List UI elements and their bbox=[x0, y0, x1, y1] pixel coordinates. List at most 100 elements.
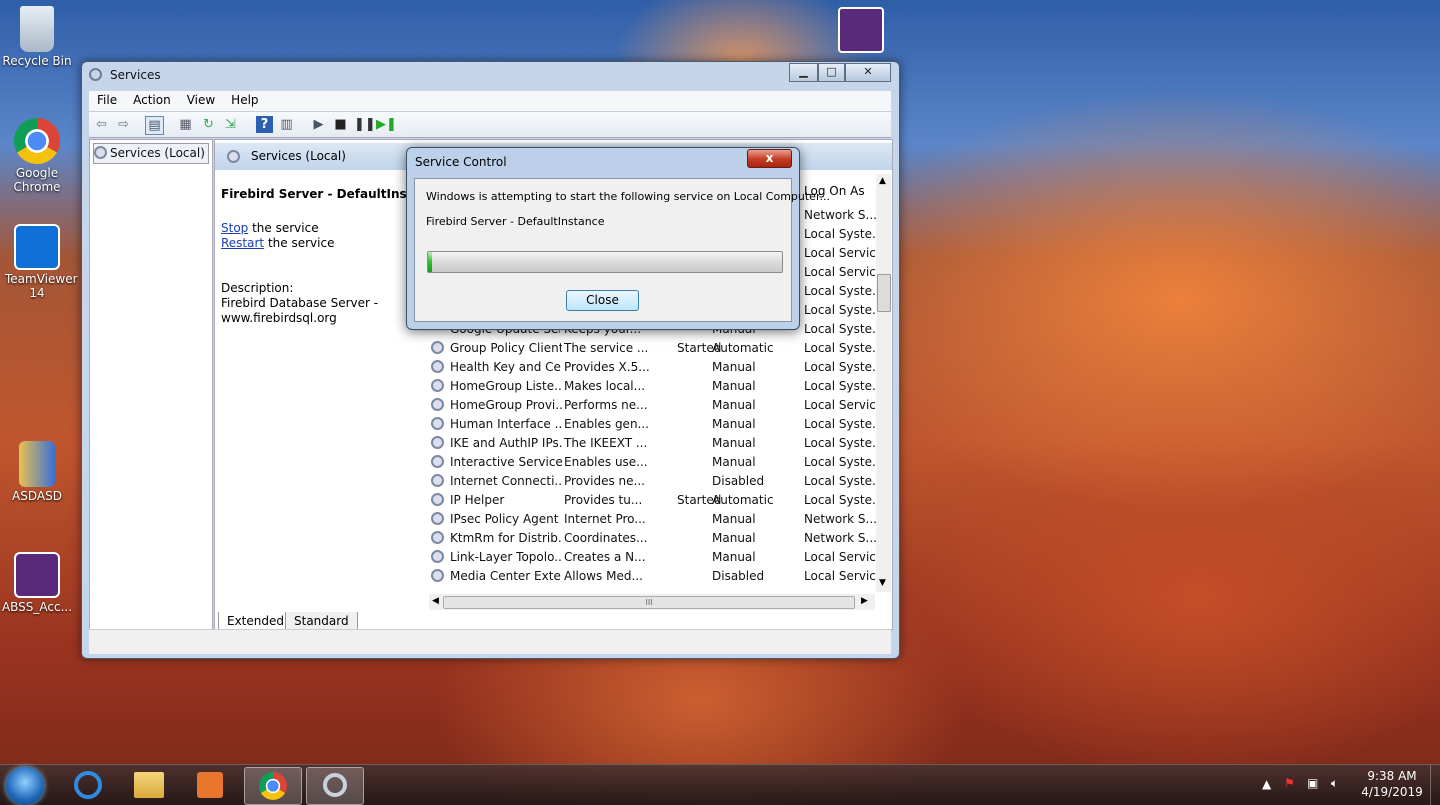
desktop-icon-google-chrome[interactable]: Google Chrome bbox=[1, 118, 73, 194]
start-service-icon[interactable]: ▶ bbox=[310, 116, 327, 133]
taskbar-file-explorer[interactable] bbox=[121, 767, 177, 803]
recycle-bin-icon bbox=[20, 6, 54, 52]
service-desc-cell: The IKEEXT ... bbox=[564, 436, 648, 450]
service-desc-cell: Provides ne... bbox=[564, 474, 645, 488]
abss-calculator-icon[interactable] bbox=[838, 7, 884, 53]
menu-bar: File Action View Help bbox=[89, 91, 891, 112]
h-scroll-thumb[interactable]: III bbox=[443, 596, 855, 609]
teamviewer-icon bbox=[14, 224, 60, 270]
service-logon-cell: Local Syste... bbox=[804, 474, 880, 488]
help-icon[interactable]: ? bbox=[256, 116, 273, 133]
properties-icon[interactable]: ▦ bbox=[177, 116, 194, 133]
desktop-icon-abss[interactable]: ABSS_Acc... bbox=[1, 552, 73, 614]
service-startup-cell: Manual bbox=[712, 512, 756, 526]
stop-link[interactable]: Stop bbox=[221, 221, 248, 235]
table-row-logon[interactable]: Local Service bbox=[804, 263, 883, 282]
stop-service-icon[interactable]: ■ bbox=[332, 116, 349, 133]
service-logon-cell: Local Syste... bbox=[804, 436, 880, 450]
taskbar-media-player[interactable] bbox=[182, 767, 238, 803]
service-gear-icon bbox=[431, 436, 444, 449]
taskbar-internet-explorer[interactable] bbox=[60, 767, 116, 803]
tab-label: Standard bbox=[294, 614, 349, 628]
service-name-cell: IPsec Policy Agent bbox=[450, 512, 559, 526]
export-list-icon[interactable]: ⇲ bbox=[222, 116, 239, 133]
service-gear-icon bbox=[431, 569, 444, 582]
service-logon-cell: Network S... bbox=[804, 531, 877, 545]
table-row-logon[interactable]: Local Syste... bbox=[804, 225, 883, 244]
show-hide-tree-icon[interactable]: ▤ bbox=[145, 116, 164, 135]
taskbar: ▲ ⚑ ▣ 🔈︎ 9:38 AM 4/19/2019 bbox=[0, 764, 1440, 805]
service-name-cell: HomeGroup Liste... bbox=[450, 379, 562, 393]
clock[interactable]: 9:38 AM 4/19/2019 bbox=[1360, 769, 1424, 799]
service-logon-cell: Local Service bbox=[804, 550, 880, 564]
pause-service-icon[interactable]: ❚❚ bbox=[354, 116, 376, 133]
service-name-cell: Link-Layer Topolo... bbox=[450, 550, 562, 564]
window-titlebar[interactable]: Services ▁ □ ✕ bbox=[82, 62, 899, 88]
tab-label: Extended bbox=[227, 614, 284, 628]
service-name-cell: Group Policy Client bbox=[450, 341, 562, 355]
menu-file[interactable]: File bbox=[89, 91, 125, 107]
menu-help[interactable]: Help bbox=[223, 91, 266, 107]
table-row-logon[interactable]: Local Syste... bbox=[804, 301, 883, 320]
service-logon-cell: Local Service bbox=[804, 569, 880, 583]
dialog-close-button[interactable]: Close bbox=[566, 290, 639, 311]
restart-suffix: the service bbox=[264, 236, 335, 250]
dialog-close-icon[interactable]: x bbox=[747, 149, 792, 168]
action-center-icon[interactable]: ⚑ bbox=[1284, 776, 1295, 790]
service-startup-cell: Manual bbox=[712, 360, 756, 374]
menu-action[interactable]: Action bbox=[125, 91, 179, 107]
vertical-scrollbar[interactable]: ▲ ▼ bbox=[876, 174, 891, 592]
back-arrow-icon[interactable]: ⇦ bbox=[93, 116, 110, 133]
dialog-body: Windows is attempting to start the follo… bbox=[414, 178, 830, 322]
network-icon[interactable]: ▣ bbox=[1307, 776, 1318, 790]
scroll-thumb[interactable] bbox=[877, 274, 891, 312]
service-name-cell: Interactive Service... bbox=[450, 455, 562, 469]
service-desc-cell: Creates a N... bbox=[564, 550, 646, 564]
taskbar-services[interactable] bbox=[306, 767, 364, 805]
dialog-service-name: Firebird Server - DefaultInstance bbox=[426, 215, 605, 228]
table-row-logon[interactable]: Local Syste... bbox=[804, 282, 883, 301]
console-icon[interactable]: ▥ bbox=[278, 116, 295, 133]
horizontal-scrollbar[interactable]: ◀ III ▶ bbox=[429, 594, 875, 610]
restart-link[interactable]: Restart bbox=[221, 236, 264, 250]
status-bar bbox=[89, 629, 891, 654]
menu-view[interactable]: View bbox=[179, 91, 223, 107]
desktop-icon-asdasd[interactable]: ASDASD bbox=[1, 441, 73, 503]
service-logon-cell: Local Service bbox=[804, 398, 880, 412]
toolbar: ⇦ ⇨ ▤ ▦ ↻ ⇲ ? ▥ ▶ ■ ❚❚ ▶❚ bbox=[89, 112, 891, 138]
table-row-logon[interactable]: Network S... bbox=[804, 206, 877, 225]
tree-item-services-local[interactable]: Services (Local) bbox=[93, 143, 209, 164]
minimize-button[interactable]: ▁ bbox=[789, 63, 818, 82]
service-desc-cell: Allows Med... bbox=[564, 569, 643, 583]
volume-icon[interactable]: 🔈︎ bbox=[1331, 776, 1338, 791]
start-button[interactable] bbox=[6, 767, 44, 805]
scroll-right-arrow[interactable]: ▶ bbox=[861, 596, 868, 606]
service-name-cell: IKE and AuthIP IPs... bbox=[450, 436, 562, 450]
service-name-cell: Media Center Exte... bbox=[450, 569, 562, 583]
service-startup-cell: Manual bbox=[712, 531, 756, 545]
show-desktop-button[interactable] bbox=[1430, 765, 1440, 805]
service-logon-cell: Local Syste... bbox=[804, 417, 880, 431]
service-desc-cell: Internet Pro... bbox=[564, 512, 646, 526]
scroll-left-arrow[interactable]: ◀ bbox=[432, 596, 439, 606]
refresh-icon[interactable]: ↻ bbox=[200, 116, 217, 133]
table-row-logon[interactable]: Local Service bbox=[804, 244, 883, 263]
maximize-button[interactable]: □ bbox=[818, 63, 845, 82]
service-startup-cell: Manual bbox=[712, 398, 756, 412]
scroll-down-arrow[interactable]: ▼ bbox=[879, 578, 886, 588]
abss-calculator-icon bbox=[14, 552, 60, 598]
desktop-icon-teamviewer[interactable]: TeamViewer 14 bbox=[1, 224, 78, 300]
service-logon-cell: Local Syste... bbox=[804, 455, 880, 469]
desktop-icon-recycle-bin[interactable]: Recycle Bin bbox=[1, 6, 73, 68]
forward-arrow-icon[interactable]: ⇨ bbox=[115, 116, 132, 133]
taskbar-chrome[interactable] bbox=[244, 767, 302, 805]
chrome-icon bbox=[14, 118, 60, 164]
scroll-up-arrow[interactable]: ▲ bbox=[879, 176, 886, 186]
service-gear-icon bbox=[431, 379, 444, 392]
close-button[interactable]: ✕ bbox=[845, 63, 891, 82]
pane-header-title: Services (Local) bbox=[251, 149, 346, 163]
service-gear-icon bbox=[431, 398, 444, 411]
restart-service-icon[interactable]: ▶❚ bbox=[376, 116, 397, 133]
show-hidden-icons[interactable]: ▲ bbox=[1262, 777, 1271, 791]
service-gear-icon bbox=[431, 341, 444, 354]
